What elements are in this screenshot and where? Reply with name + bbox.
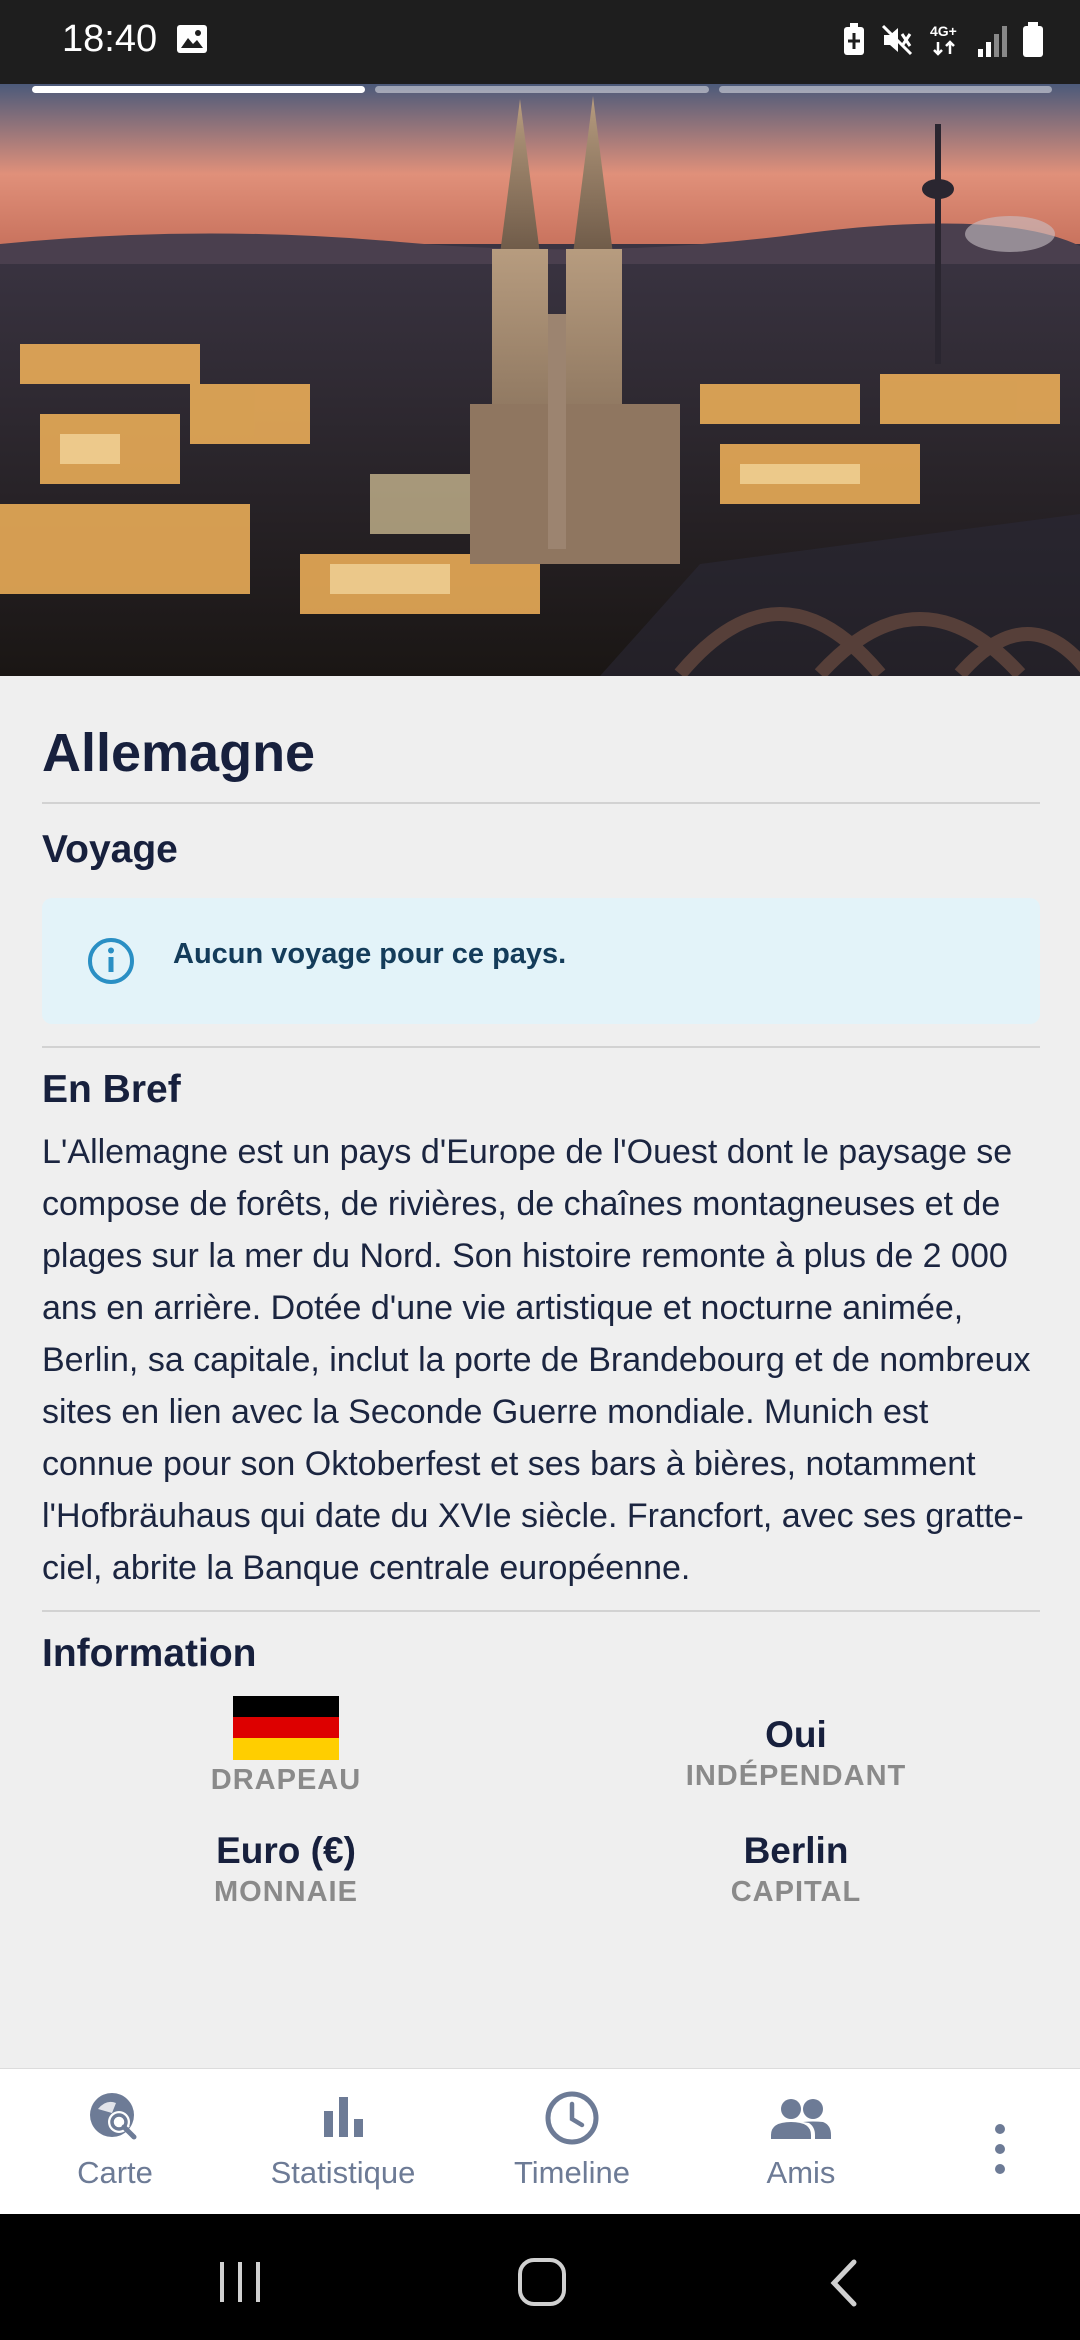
capital-label: CAPITAL [730,1876,862,1908]
independent-cell: Oui INDÉPENDANT [596,1712,996,1793]
network-4g-icon: 4G+ [930,23,957,56]
flag-label: DRAPEAU [210,1764,362,1796]
currency-cell: Euro (€) MONNAIE [86,1828,486,1909]
map-search-icon [90,2093,137,2140]
more-vert-icon[interactable] [980,2119,1020,2179]
hero-image [0,84,1080,676]
divider [42,1610,1040,1612]
recent-apps-icon[interactable] [216,2260,264,2304]
info-icon [88,938,134,984]
progress-segment-1 [32,86,366,93]
nav-amis[interactable]: Amis [706,2089,896,2191]
back-icon[interactable] [826,2258,862,2308]
nav-statistique[interactable]: Statistique [248,2089,438,2191]
status-icons: 4G+ [842,20,1044,60]
nav-carte[interactable]: Carte [20,2089,210,2191]
divider [42,802,1040,804]
currency-value: Euro (€) [216,1830,356,1871]
status-time: 18:40 [62,18,158,60]
currency-label: MONNAIE [214,1876,358,1908]
nav-amis-label: Amis [766,2155,836,2190]
cologne-skyline-image [0,84,1080,676]
bottom-navigation: Carte Statistique Timeline Amis [0,2068,1080,2214]
voyage-title: Voyage [42,828,178,871]
story-progress [32,86,1052,94]
capital-value: Berlin [743,1830,849,1871]
information-title: Information [42,1632,257,1675]
nav-timeline-label: Timeline [514,2155,630,2190]
people-icon [771,2099,831,2139]
progress-segment-3 [718,86,1052,93]
bar-chart-icon [324,2097,363,2137]
clock-icon [545,2091,599,2145]
nav-statistique-label: Statistique [270,2155,416,2190]
no-trip-message: Aucun voyage pour ce pays. [173,938,567,970]
country-details: Allemagne Voyage Aucun voyage pour ce pa… [42,676,1040,1936]
signal-icon [978,26,1007,57]
battery-icon [1023,22,1043,57]
country-title: Allemagne [42,723,316,783]
brief-text: L'Allemagne est un pays d'Europe de l'Ou… [42,1133,1031,1587]
image-icon [177,25,207,53]
independent-value: Oui [765,1714,827,1755]
brief-title: En Bref [42,1068,181,1111]
information-grid: DRAPEAU Oui INDÉPENDANT Euro (€) MONNAIE… [42,1696,1040,1936]
independent-label: INDÉPENDANT [685,1760,907,1792]
status-bar: 18:40 4G+ [0,0,1080,84]
home-icon[interactable] [516,2256,568,2308]
mute-icon [881,24,913,56]
network-label: 4G+ [930,23,957,39]
progress-segment-2 [375,86,709,93]
battery-saver-icon [844,23,864,55]
flag-cell: DRAPEAU [86,1696,486,1797]
system-navigation-bar [0,2214,1080,2340]
nav-carte-label: Carte [77,2155,153,2190]
nav-timeline[interactable]: Timeline [477,2089,667,2191]
flag-germany [233,1696,339,1760]
capital-cell: Berlin CAPITAL [596,1828,996,1909]
divider [42,1046,1040,1048]
no-trip-alert: Aucun voyage pour ce pays. [42,898,1040,1024]
